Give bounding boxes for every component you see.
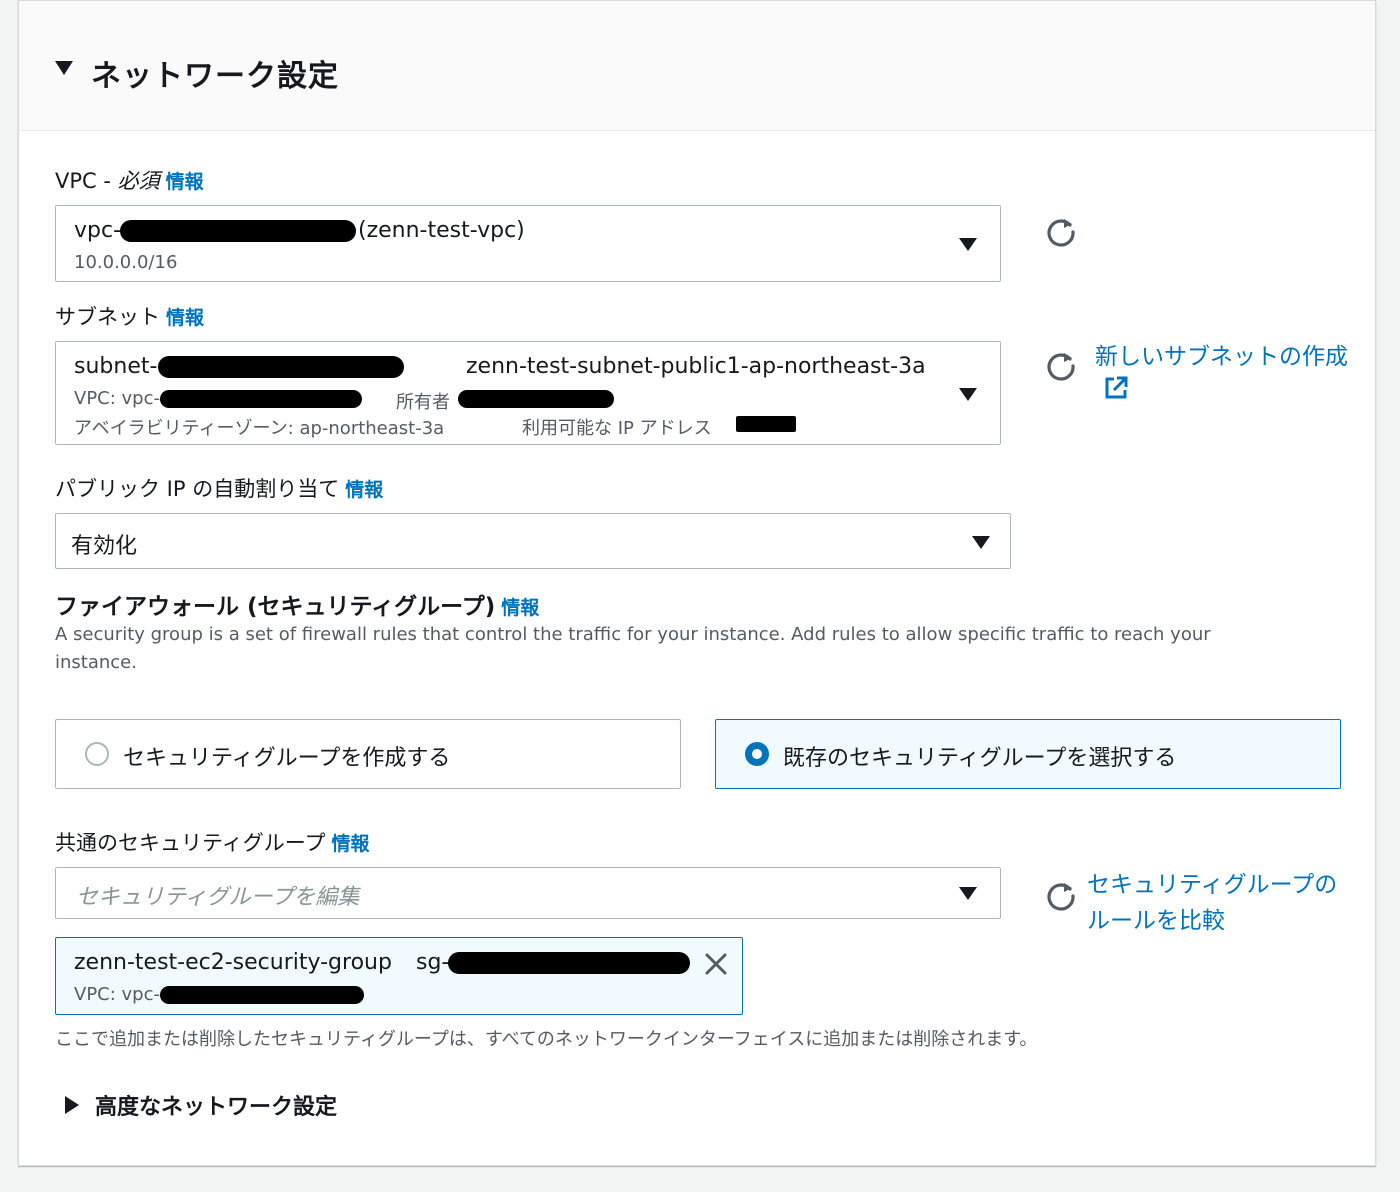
- redaction-mark: [736, 416, 796, 432]
- common-sg-info-link[interactable]: 情報: [331, 833, 369, 855]
- redaction-mark: [458, 390, 614, 408]
- radio-existing-security-group[interactable]: 既存のセキュリティグループを選択する: [715, 719, 1341, 789]
- redaction-mark: [160, 986, 364, 1004]
- caret-down-icon[interactable]: [55, 61, 73, 75]
- token-sg-id-prefix: sg-: [416, 950, 450, 975]
- token-sg-name: zenn-test-ec2-security-group: [74, 950, 392, 975]
- radio-create-security-group[interactable]: セキュリティグループを作成する: [55, 719, 681, 789]
- subnet-vpc: VPC: vpc-: [74, 388, 160, 409]
- advanced-network-toggle[interactable]: 高度なネットワーク設定: [65, 1089, 337, 1121]
- network-settings-panel: ネットワーク設定 VPC - 必須 情報 vpc- (zenn-test-vpc)…: [18, 0, 1376, 1166]
- create-subnet-link[interactable]: 新しいサブネットの作成: [1095, 339, 1357, 401]
- radio-unchecked[interactable]: [85, 742, 109, 766]
- firewall-title: ファイアウォール (セキュリティグループ) 情報: [55, 594, 540, 620]
- refresh-icon[interactable]: [1045, 215, 1077, 247]
- firewall-description: A security group is a set of firewall ru…: [55, 624, 1211, 673]
- redaction-mark: [158, 356, 404, 378]
- redaction-mark: [448, 952, 690, 974]
- security-group-select[interactable]: セキュリティグループを編集: [55, 867, 1001, 919]
- subnet-owner-label: 所有者: [396, 392, 450, 413]
- chevron-down-icon: [972, 536, 990, 549]
- radio-checked[interactable]: [745, 742, 769, 766]
- section-header[interactable]: ネットワーク設定: [19, 1, 1375, 131]
- vpc-select[interactable]: vpc- (zenn-test-vpc) 10.0.0.0/16: [55, 205, 1001, 282]
- refresh-icon[interactable]: [1045, 349, 1077, 381]
- chevron-down-icon: [959, 238, 977, 251]
- vpc-id-prefix: vpc-: [74, 218, 122, 243]
- common-sg-label: 共通のセキュリティグループ 情報: [55, 831, 370, 855]
- section-title: ネットワーク設定: [91, 59, 339, 94]
- close-icon[interactable]: [702, 950, 730, 978]
- radio-create-label: セキュリティグループを作成する: [123, 746, 451, 771]
- security-group-placeholder: セキュリティグループを編集: [76, 885, 360, 910]
- vpc-label: VPC - 必須 情報: [55, 169, 204, 193]
- public-ip-info-link[interactable]: 情報: [345, 479, 383, 501]
- security-group-note: ここで追加または削除したセキュリティグループは、すべてのネットワークインターフェ…: [55, 1029, 1038, 1050]
- subnet-id-prefix: subnet-: [74, 354, 158, 379]
- chevron-down-icon: [959, 887, 977, 900]
- vpc-name: (zenn-test-vpc): [358, 218, 525, 243]
- chevron-down-icon: [959, 388, 977, 401]
- external-link-icon: [1105, 376, 1128, 399]
- firewall-info-link[interactable]: 情報: [501, 597, 539, 619]
- caret-right-icon[interactable]: [65, 1096, 79, 1114]
- subnet-name: zenn-test-subnet-public1-ap-northeast-3a: [466, 354, 926, 379]
- subnet-label: サブネット 情報: [55, 305, 205, 329]
- required-marker: 必須: [117, 169, 160, 193]
- radio-existing-label: 既存のセキュリティグループを選択する: [783, 746, 1177, 771]
- security-group-token: zenn-test-ec2-security-group sg- VPC: vp…: [55, 937, 743, 1015]
- subnet-ip-label: 利用可能な IP アドレス: [522, 418, 712, 439]
- redaction-mark: [120, 220, 356, 242]
- redaction-mark: [160, 390, 362, 408]
- compare-rules-link[interactable]: セキュリティグループのルールを比較: [1087, 867, 1347, 939]
- vpc-cidr: 10.0.0.0/16: [74, 252, 178, 273]
- refresh-icon[interactable]: [1045, 879, 1077, 911]
- public-ip-label: パブリック IP の自動割り当て 情報: [55, 477, 384, 501]
- subnet-select[interactable]: subnet- zenn-test-subnet-public1-ap-nort…: [55, 341, 1001, 445]
- subnet-az: アベイラビリティーゾーン: ap-northeast-3a: [74, 418, 445, 439]
- vpc-info-link[interactable]: 情報: [166, 171, 204, 193]
- token-vpc: VPC: vpc-: [74, 984, 160, 1005]
- public-ip-select[interactable]: 有効化: [55, 513, 1011, 569]
- public-ip-value: 有効化: [71, 534, 138, 559]
- subnet-info-link[interactable]: 情報: [166, 307, 204, 329]
- advanced-network-label: 高度なネットワーク設定: [95, 1095, 338, 1120]
